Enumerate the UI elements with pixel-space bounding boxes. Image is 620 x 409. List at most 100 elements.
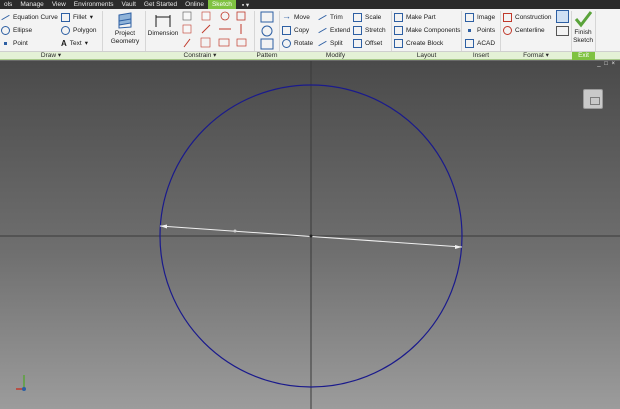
- smooth-constraint-icon[interactable]: [200, 37, 211, 48]
- quick-access-dropdown[interactable]: ▪ ▾: [242, 1, 249, 9]
- separator: [391, 11, 392, 51]
- move-label: Move: [294, 13, 310, 21]
- dimension-button[interactable]: Dimension: [147, 11, 179, 38]
- draw-panel: Equation Curve Fillet ▾ Ellipse Polygon …: [0, 9, 102, 52]
- collinear-constraint-icon[interactable]: [201, 11, 211, 21]
- sketch-canvas[interactable]: _ □ ×: [0, 61, 620, 409]
- show-format-icon[interactable]: [556, 10, 569, 23]
- project-geometry-button[interactable]: Project Geometry: [106, 11, 144, 46]
- extend-button[interactable]: Extend: [318, 24, 350, 36]
- separator: [461, 11, 462, 51]
- offset-button[interactable]: Offset: [353, 37, 382, 49]
- perpendicular-constraint-icon[interactable]: [201, 24, 211, 34]
- tab-vault[interactable]: Vault: [118, 0, 140, 9]
- trim-label: Trim: [330, 13, 343, 21]
- pattern-icons-svg: [260, 11, 274, 50]
- tangent-constraint-icon[interactable]: [183, 38, 191, 48]
- points-button[interactable]: Points: [465, 24, 495, 36]
- panel-label-format[interactable]: Format ▾: [501, 52, 571, 60]
- make-part-button[interactable]: Make Part: [394, 11, 436, 23]
- equation-curve-button[interactable]: Equation Curve: [1, 11, 58, 23]
- polygon-button[interactable]: Polygon: [61, 24, 97, 36]
- circular-pattern-icon[interactable]: [261, 25, 273, 37]
- trim-button[interactable]: Trim: [318, 11, 343, 23]
- offset-label: Offset: [365, 39, 383, 47]
- text-button[interactable]: A Text ▾: [61, 37, 88, 49]
- parallel-constraint-icon[interactable]: [182, 24, 192, 34]
- image-button[interactable]: Image: [465, 11, 495, 23]
- finish-sketch-label: Finish Sketch: [573, 29, 593, 44]
- create-block-button[interactable]: Create Block: [394, 37, 443, 49]
- acad-button[interactable]: ACAD: [465, 37, 495, 49]
- create-block-label: Create Block: [406, 39, 444, 47]
- move-button[interactable]: Move: [282, 11, 310, 23]
- construction-icon: [503, 12, 512, 22]
- separator: [254, 11, 255, 51]
- text-label: Text: [69, 39, 82, 47]
- construction-label: Construction: [515, 13, 552, 21]
- separator: [500, 11, 501, 51]
- rectangular-pattern-icon[interactable]: [260, 11, 274, 23]
- finish-sketch-button[interactable]: Finish Sketch: [572, 10, 594, 45]
- copy-button[interactable]: Copy: [282, 24, 309, 36]
- stretch-button[interactable]: Stretch: [353, 24, 386, 36]
- symmetric-constraint-icon[interactable]: [218, 38, 230, 47]
- tab-sketch[interactable]: Sketch: [207, 0, 236, 9]
- centerline-icon: [503, 25, 512, 35]
- separator: [279, 11, 280, 51]
- center-point[interactable]: [309, 234, 313, 238]
- ribbon-tab-bar: ols Manage View Environments Vault Get S…: [0, 0, 620, 9]
- tab-get-started[interactable]: Get Started: [140, 0, 181, 9]
- make-components-button[interactable]: Make Components: [394, 24, 461, 36]
- fillet-button[interactable]: Fillet ▾: [61, 11, 93, 23]
- separator: [102, 11, 103, 51]
- separator: [145, 11, 146, 51]
- panel-label-pattern: Pattern: [256, 52, 278, 59]
- construction-button[interactable]: Construction: [503, 11, 552, 23]
- extend-label: Extend: [330, 26, 351, 34]
- text-icon: A: [61, 38, 67, 48]
- points-label: Points: [477, 26, 496, 34]
- ellipse-label: Ellipse: [13, 26, 33, 34]
- coincident-constraint-icon[interactable]: [182, 11, 192, 21]
- mirror-icon[interactable]: [260, 38, 274, 50]
- rotate-button[interactable]: Rotate: [282, 37, 313, 49]
- split-button[interactable]: Split: [318, 37, 343, 49]
- polygon-label: Polygon: [73, 26, 97, 34]
- panel-label-draw[interactable]: Draw ▾: [0, 52, 102, 60]
- tab-tools[interactable]: ols: [0, 0, 16, 9]
- separator: [595, 11, 596, 51]
- copy-icon: [282, 25, 291, 35]
- fillet-dropdown-icon[interactable]: ▾: [90, 13, 93, 21]
- point-button[interactable]: Point: [1, 37, 28, 49]
- stretch-label: Stretch: [365, 26, 386, 34]
- centerline-button[interactable]: Centerline: [503, 24, 545, 36]
- tab-online[interactable]: Online: [181, 0, 208, 9]
- checkmark-icon: [573, 10, 593, 28]
- text-dropdown-icon[interactable]: ▾: [85, 39, 88, 47]
- point-label: Point: [13, 39, 28, 47]
- ribbon: Equation Curve Fillet ▾ Ellipse Polygon …: [0, 9, 620, 52]
- project-geometry-icon: [115, 11, 135, 29]
- equal-constraint-icon[interactable]: [236, 38, 247, 47]
- copy-label: Copy: [294, 26, 310, 34]
- fillet-icon: [61, 12, 70, 22]
- equation-curve-label: Equation Curve: [13, 13, 58, 21]
- fix-constraint-icon[interactable]: [236, 11, 246, 21]
- ellipse-button[interactable]: Ellipse: [1, 24, 32, 36]
- sketch-svg[interactable]: [0, 61, 620, 409]
- pattern-panel: [258, 11, 278, 51]
- point-icon: [1, 39, 10, 48]
- tab-environments[interactable]: Environments: [70, 0, 118, 9]
- scale-button[interactable]: Scale: [353, 11, 381, 23]
- tab-manage[interactable]: Manage: [16, 0, 48, 9]
- concentric-constraint-icon[interactable]: [220, 11, 230, 21]
- panel-label-layout: Layout: [416, 52, 437, 59]
- tab-view[interactable]: View: [48, 0, 70, 9]
- rotate-label: Rotate: [294, 39, 314, 47]
- grid-format-icon[interactable]: [556, 26, 569, 36]
- panel-label-constrain[interactable]: Constrain ▾: [146, 52, 254, 60]
- dimension-grip-point[interactable]: [233, 229, 237, 233]
- points-icon: [465, 26, 474, 35]
- view-cube-icon[interactable]: [583, 89, 603, 109]
